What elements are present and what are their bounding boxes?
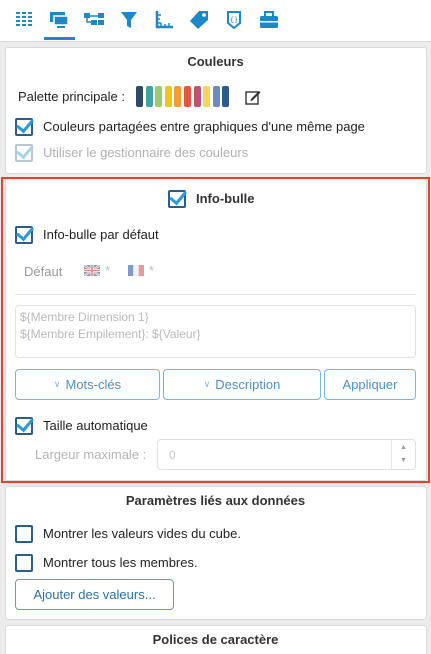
palette-swatch (203, 86, 211, 107)
tab-fr-star[interactable]: * (149, 263, 154, 278)
palette-swatch (193, 86, 201, 107)
default-tooltip-label: Info-bulle par défaut (43, 227, 159, 242)
description-button-label: Description (215, 377, 281, 392)
monitor-icon[interactable] (46, 7, 72, 33)
palette-swatch (145, 86, 153, 107)
palette-swatch (174, 86, 182, 107)
toolbox-icon[interactable] (256, 7, 282, 33)
chevron-down-icon: ∨ (203, 379, 211, 389)
palette-swatch (184, 86, 191, 107)
show-all-members-checkbox[interactable] (15, 554, 33, 572)
tabs-divider (15, 294, 416, 295)
tab-default[interactable]: Défaut (24, 264, 62, 279)
chevron-down-icon: ∨ (53, 379, 61, 389)
add-values-button-label: Ajouter des valeurs... (33, 587, 156, 602)
shared-colors-checkbox[interactable] (15, 118, 33, 136)
auto-size-checkbox[interactable] (15, 417, 33, 435)
uk-flag-icon[interactable] (83, 264, 101, 277)
max-width-value: 0 (169, 448, 176, 462)
hierarchy-icon[interactable] (81, 7, 107, 33)
tooltip-template-textarea[interactable]: ${Membre Dimension 1} ${Membre Empilemen… (15, 305, 416, 358)
tooltip-section-title: Info-bulle (196, 191, 255, 206)
keywords-button[interactable]: ∨ Mots-clés (15, 369, 160, 400)
show-empty-values-label: Montrer les valeurs vides du cube. (43, 526, 241, 541)
show-empty-values-checkbox[interactable] (15, 525, 33, 543)
tab-uk-star[interactable]: * (105, 263, 110, 278)
apply-button[interactable]: Appliquer (324, 369, 416, 400)
palette-label: Palette principale : (18, 89, 125, 104)
max-width-label: Largeur maximale : (35, 447, 147, 462)
max-width-spinner[interactable]: ▲ ▼ (391, 440, 415, 469)
data-settings-title: Paramètres liés aux données (125, 493, 306, 508)
max-width-input[interactable]: 0 ▲ ▼ (157, 439, 416, 470)
edit-palette-icon[interactable] (244, 88, 262, 106)
active-tab-indicator (44, 37, 75, 40)
default-tooltip-checkbox[interactable] (15, 226, 33, 244)
show-all-members-label: Montrer tous les membres. (43, 555, 198, 570)
svg-text:{}: {} (230, 16, 238, 24)
palette-swatch (164, 86, 172, 107)
auto-size-label: Taille automatique (43, 418, 148, 433)
filter-icon[interactable] (116, 7, 142, 33)
colors-section-title: Couleurs (187, 54, 244, 69)
palette-swatch (136, 86, 143, 107)
fr-flag-icon[interactable] (128, 264, 144, 276)
ruler-axis-icon[interactable] (151, 7, 177, 33)
color-manager-label: Utiliser le gestionnaire des couleurs (43, 145, 249, 160)
tooltip-enabled-checkbox[interactable] (168, 190, 186, 208)
keywords-button-label: Mots-clés (65, 377, 122, 392)
add-values-button[interactable]: Ajouter des valeurs... (15, 579, 174, 610)
fonts-section-title: Polices de caractère (152, 632, 279, 647)
grid-icon[interactable] (11, 7, 37, 33)
tag-icon[interactable] (186, 7, 212, 33)
code-badge-icon[interactable]: {} (221, 7, 247, 33)
description-button[interactable]: ∨ Description (163, 369, 321, 400)
spin-up-icon[interactable]: ▲ (400, 444, 407, 451)
palette-swatch (155, 86, 163, 107)
apply-button-label: Appliquer (342, 377, 398, 392)
shared-colors-label: Couleurs partagées entre graphiques d'un… (43, 119, 365, 134)
spin-down-icon[interactable]: ▼ (400, 457, 407, 464)
palette-swatch (212, 86, 220, 107)
toolbar: {} (0, 0, 431, 42)
palette-swatch (222, 86, 230, 107)
color-manager-checkbox (15, 144, 33, 162)
